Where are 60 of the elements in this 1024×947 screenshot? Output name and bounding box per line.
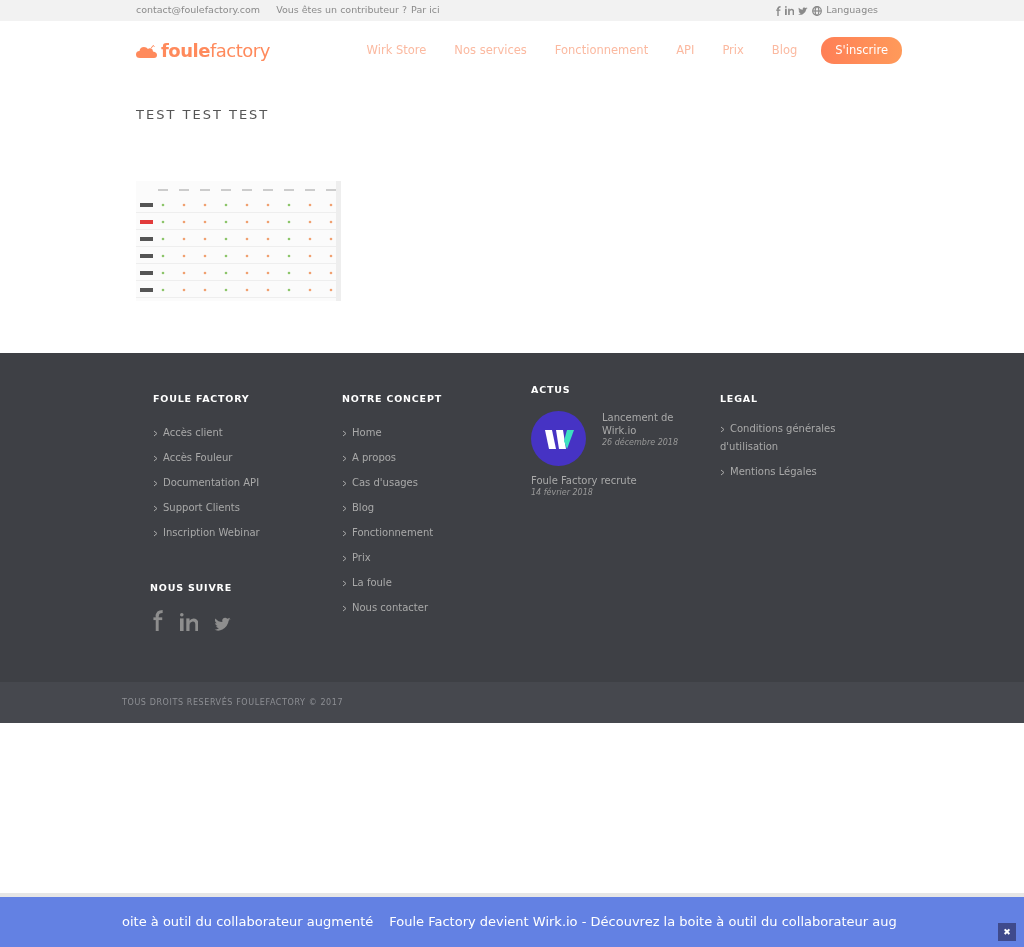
- column-heading: ACTUS: [531, 384, 572, 396]
- ticker-text: oite à outil du collaborateur augmenté: [122, 913, 374, 932]
- email-link[interactable]: contact@foulefactory.com: [136, 3, 261, 18]
- chevron-icon: [342, 454, 347, 462]
- follow-heading: NOUS SUIVRE: [150, 582, 233, 594]
- chevron-icon: [342, 554, 347, 562]
- signup-button[interactable]: S'inscrire: [821, 36, 902, 65]
- footer-link[interactable]: Home: [342, 420, 531, 446]
- footer-link[interactable]: Mentions Légales: [720, 463, 870, 482]
- wirk-logo[interactable]: [531, 411, 586, 467]
- chevron-icon: [153, 504, 158, 512]
- chevron-icon: [342, 429, 347, 437]
- facebook-icon[interactable]: [153, 609, 164, 631]
- news-date: 14 février 2018: [531, 487, 594, 500]
- globe-icon: [812, 5, 823, 16]
- copyright-text: TOUS DROITS RESERVÉS FOULEFACTORY © 2017: [122, 696, 344, 709]
- chevron-icon: [342, 504, 347, 512]
- twitter-icon[interactable]: [214, 616, 232, 631]
- chevron-icon: [342, 579, 347, 587]
- contributor-link[interactable]: Par ici: [411, 3, 440, 18]
- page-title: TEST TEST TEST: [136, 106, 271, 123]
- column-heading: LEGAL: [720, 393, 759, 405]
- column-heading: NOTRE CONCEPT: [342, 393, 443, 405]
- footer-link[interactable]: Inscription Webinar: [153, 520, 342, 546]
- twitter-icon[interactable]: [798, 6, 809, 15]
- footer-link[interactable]: La foule: [342, 570, 531, 596]
- chevron-icon: [342, 604, 347, 612]
- facebook-icon[interactable]: [775, 5, 781, 16]
- chevron-icon: [153, 429, 158, 437]
- contributor-text: Vous êtes un contributeur ?: [276, 3, 408, 18]
- close-button[interactable]: ✖: [998, 923, 1016, 941]
- ticker-text: Foule Factory devient Wirk.io - Découvrez la boite à outil du collaborateur aug: [389, 913, 897, 932]
- logo-text: foulefactory: [161, 39, 270, 63]
- column-heading: FOULE FACTORY: [153, 393, 251, 405]
- footer-link[interactable]: Blog: [342, 495, 531, 521]
- footer-link[interactable]: Conditions générales d'utilisation: [720, 420, 870, 457]
- footer-link[interactable]: Cas d'usages: [342, 470, 531, 496]
- chevron-icon: [153, 529, 158, 537]
- footer-link[interactable]: Accès Fouleur: [153, 445, 342, 471]
- logo[interactable]: foulefactory: [136, 37, 270, 64]
- languages-link[interactable]: Languages: [826, 3, 878, 18]
- footer-link[interactable]: Prix: [342, 545, 531, 571]
- footer-link[interactable]: A propos: [342, 445, 531, 471]
- chevron-icon: [720, 468, 725, 476]
- footer-link[interactable]: Fonctionnement: [342, 520, 531, 546]
- cloud-icon: [136, 43, 157, 58]
- chevron-icon: [720, 425, 725, 433]
- linkedin-icon[interactable]: [179, 612, 199, 631]
- news-date: 26 décembre 2018: [602, 437, 680, 450]
- linkedin-icon[interactable]: [784, 6, 795, 15]
- footer-link[interactable]: Support Clients: [153, 495, 342, 521]
- chevron-icon: [342, 479, 347, 487]
- footer-link[interactable]: Documentation API: [153, 470, 342, 496]
- chevron-icon: [153, 479, 158, 487]
- news-title[interactable]: Foule Factory recrute: [531, 474, 637, 488]
- chevron-icon: [342, 529, 347, 537]
- chevron-icon: [153, 454, 158, 462]
- footer-link[interactable]: Accès client: [153, 420, 342, 446]
- news-title[interactable]: Lancement de Wirk.io: [602, 411, 682, 438]
- footer-link[interactable]: Nous contacter: [342, 595, 531, 621]
